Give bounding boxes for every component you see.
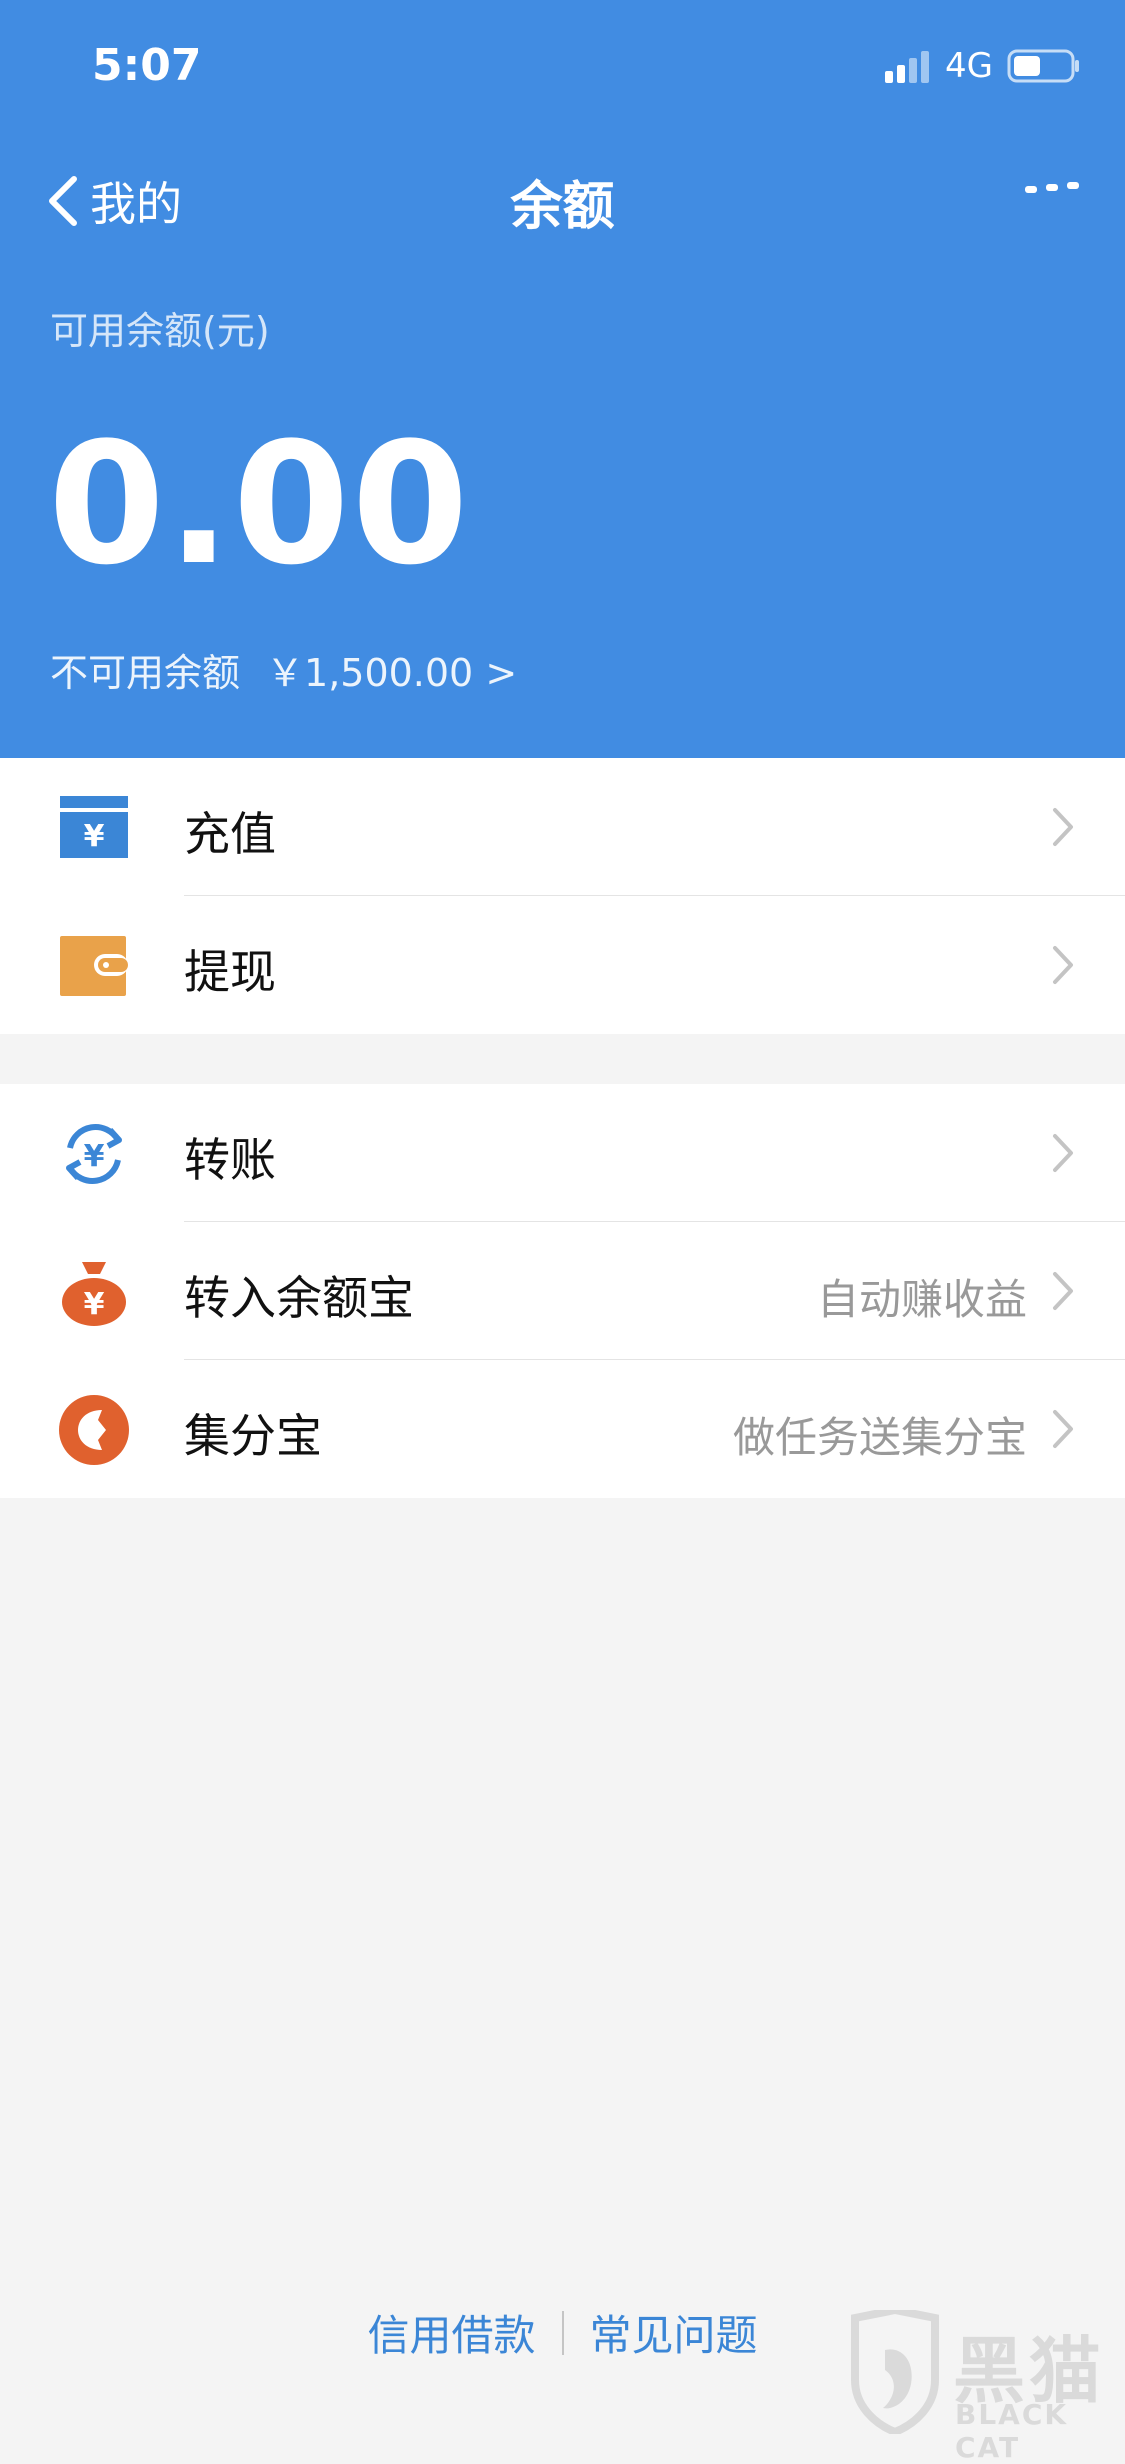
yuebao-hint: 自动赚收益 [816, 1275, 1027, 1324]
watermark-en: BLACK CAT [955, 2398, 1069, 2464]
svg-text:¥: ¥ [84, 819, 105, 854]
chevron-right-icon [1053, 1134, 1073, 1172]
recharge-icon: ¥ [60, 796, 128, 858]
faq-link[interactable]: 常见问题 [590, 2302, 758, 2363]
available-balance-label: 可用余额(元) [50, 309, 270, 353]
more-button[interactable] [1023, 178, 1081, 202]
unavailable-balance-label: 不可用余额 [50, 651, 241, 695]
points-icon [59, 1395, 129, 1465]
transfer-group: ¥ 转账 ¥ 转入余额宝 自动赚收益 集分宝 做任务送集分宝 [0, 1084, 1125, 1498]
yuebao-row[interactable]: ¥ 转入余额宝 自动赚收益 [0, 1222, 1125, 1360]
chevron-right-icon [1053, 808, 1073, 846]
yuebao-label: 转入余额宝 [184, 1271, 414, 1325]
recharge-label: 充值 [184, 807, 276, 861]
chevron-right-icon [1053, 1410, 1073, 1448]
transfer-row[interactable]: ¥ 转账 [0, 1084, 1125, 1222]
points-row[interactable]: 集分宝 做任务送集分宝 [0, 1360, 1125, 1498]
money-bag-icon: ¥ [62, 1262, 126, 1326]
balance-header: 5:07 4G 我的 余额 可用余额(元) 0.00 不可用余额 ￥1,500.… [0, 0, 1125, 758]
cat-shield-icon [851, 2310, 939, 2434]
withdraw-label: 提现 [184, 945, 276, 999]
svg-text:¥: ¥ [84, 1139, 105, 1174]
more-icon [1025, 182, 1079, 193]
credit-loan-link[interactable]: 信用借款 [367, 2302, 535, 2363]
withdraw-row[interactable]: 提现 [0, 896, 1125, 1034]
status-indicators: 4G [885, 46, 1081, 86]
status-time: 5:07 [92, 40, 202, 91]
svg-text:¥: ¥ [84, 1287, 105, 1322]
chevron-right-icon [1053, 946, 1073, 984]
unavailable-balance-link[interactable]: 不可用余额 ￥1,500.00 > [50, 642, 517, 697]
chevron-right-icon [1053, 1272, 1073, 1310]
footer-divider [561, 2310, 564, 2355]
network-type: 4G [945, 46, 993, 86]
battery-icon [1007, 49, 1079, 83]
page-title: 余额 [510, 177, 615, 237]
signal-icon [885, 51, 930, 83]
available-balance-value: 0.00 [48, 406, 471, 602]
watermark-logo: 黑猫 BLACK CAT [841, 2306, 1119, 2464]
transfer-label: 转账 [184, 1133, 276, 1187]
unavailable-balance-value: ￥1,500.00 > [266, 651, 518, 695]
points-label: 集分宝 [184, 1409, 322, 1463]
points-hint: 做任务送集分宝 [732, 1413, 1027, 1462]
wallet-icon [60, 936, 128, 996]
funds-group: ¥ 充值 提现 [0, 758, 1125, 1034]
transfer-icon: ¥ [66, 1124, 122, 1184]
recharge-row[interactable]: ¥ 充值 [0, 758, 1125, 896]
